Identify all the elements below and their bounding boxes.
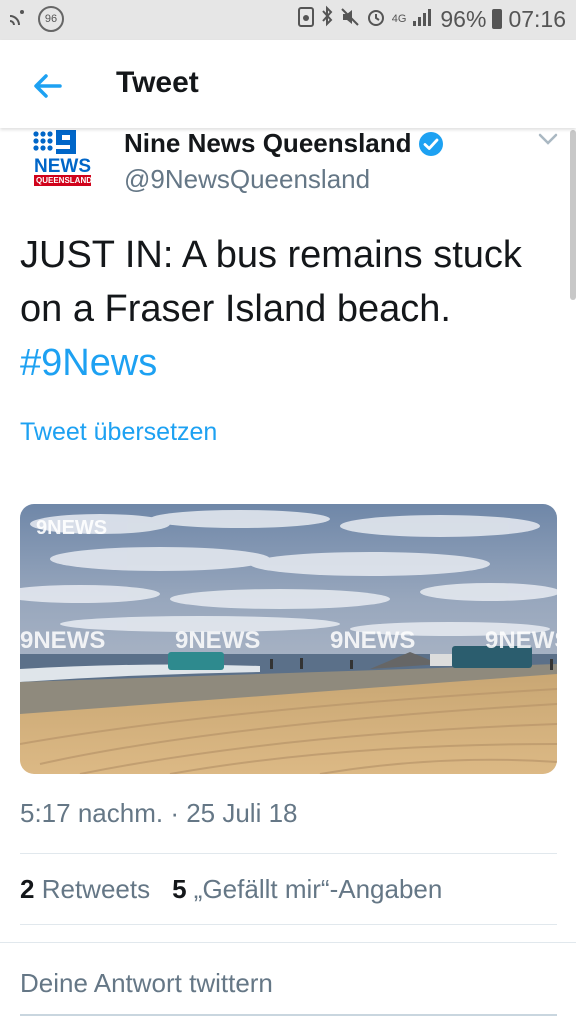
signal-icon bbox=[412, 6, 434, 33]
reply-input-underline bbox=[20, 1014, 557, 1016]
author-name: Nine News Queensland bbox=[124, 128, 412, 158]
bluetooth-icon bbox=[320, 5, 334, 33]
screenshot-icon bbox=[297, 6, 314, 33]
translate-tweet-link[interactable]: Tweet übersetzen bbox=[20, 418, 217, 447]
media-watermark: 9NEWS bbox=[175, 627, 260, 654]
tweet-timestamp: 5:17 nachm. · 25 Juli 18 bbox=[20, 798, 298, 828]
app-bar: Tweet bbox=[0, 40, 576, 128]
tweet-text: JUST IN: A bus remains stuck on a Fraser… bbox=[20, 228, 550, 390]
likes-label: „Gefällt mir“-Angaben bbox=[193, 874, 443, 904]
cast-icon bbox=[8, 7, 30, 31]
divider bbox=[20, 924, 557, 925]
page-title: Tweet bbox=[116, 66, 199, 99]
media-watermark: 9NEWS bbox=[485, 627, 557, 654]
retweets-stat[interactable]: 2 Retweets bbox=[20, 874, 150, 905]
author-handle[interactable]: @9NewsQueensland bbox=[124, 164, 370, 195]
tweet-menu-button[interactable] bbox=[538, 132, 558, 146]
media-watermark: 9NEWS bbox=[20, 627, 105, 654]
divider bbox=[20, 853, 557, 854]
author-name-row[interactable]: Nine News Queensland bbox=[124, 128, 444, 159]
retweets-count: 2 bbox=[20, 874, 35, 904]
reply-input[interactable]: Deine Antwort twittern bbox=[20, 968, 273, 999]
logo-subtext: QUEENSLAND bbox=[36, 176, 93, 185]
verified-icon bbox=[418, 131, 443, 156]
beach-photo: 9NEWS 9NEWS 9NEWS 9NEWS 9NEWS bbox=[20, 504, 557, 774]
media-watermark: 9NEWS bbox=[36, 517, 107, 539]
tweet-author: NEWS QUEENSLAND Nine News Queensland @9N… bbox=[0, 128, 576, 218]
likes-count: 5 bbox=[172, 874, 187, 904]
notification-count-icon: 96 bbox=[38, 6, 64, 32]
hashtag-link[interactable]: #9News bbox=[20, 342, 157, 384]
scrollbar[interactable] bbox=[570, 130, 576, 300]
likes-stat[interactable]: 5 „Gefällt mir“-Angaben bbox=[172, 874, 442, 905]
battery-label: 96% bbox=[440, 5, 487, 32]
chevron-down-icon bbox=[538, 133, 558, 145]
back-button[interactable] bbox=[30, 68, 66, 104]
status-time: 07:16 bbox=[508, 5, 566, 32]
mute-icon bbox=[340, 6, 360, 33]
arrow-left-icon bbox=[34, 74, 62, 98]
network-label: 4G bbox=[391, 13, 407, 25]
media-watermark: 9NEWS bbox=[330, 627, 415, 654]
battery-icon bbox=[492, 9, 503, 29]
retweets-label: Retweets bbox=[41, 874, 151, 904]
divider bbox=[0, 942, 576, 943]
avatar[interactable]: NEWS QUEENSLAND bbox=[20, 128, 92, 188]
tweet-body: JUST IN: A bus remains stuck on a Fraser… bbox=[20, 234, 522, 330]
alarm-icon bbox=[366, 6, 386, 33]
tweet-stats: 2 Retweets 5 „Gefällt mir“-Angaben bbox=[20, 874, 442, 905]
logo-text: NEWS bbox=[34, 156, 91, 177]
tweet-media-image[interactable]: 9NEWS 9NEWS 9NEWS 9NEWS 9NEWS bbox=[20, 504, 557, 774]
status-bar: 96 4G 96% 07:16 bbox=[0, 0, 576, 40]
